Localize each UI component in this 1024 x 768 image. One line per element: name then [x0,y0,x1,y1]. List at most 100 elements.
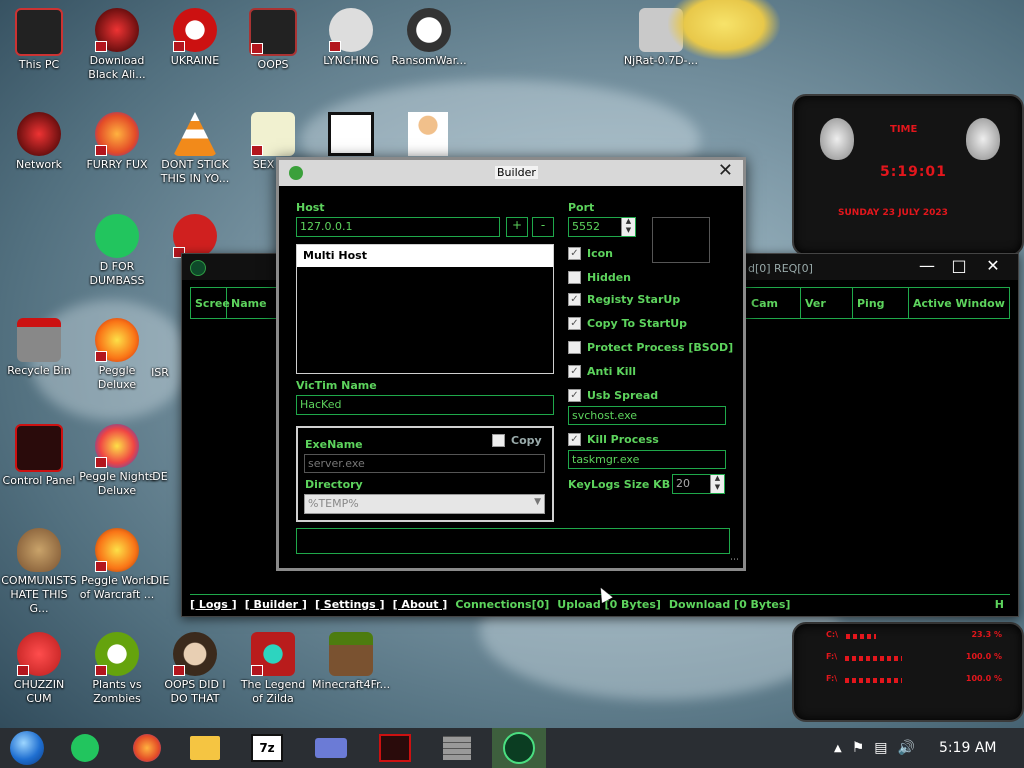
add-host-button[interactable]: + [506,217,528,237]
desktop-icon-isr[interactable]: ISR [140,336,180,380]
maximize-button[interactable]: □ [942,256,976,275]
usb-spread-checkbox[interactable]: ✓ Usb Spread [568,389,658,402]
taskbar-app-card[interactable] [304,728,358,768]
checkbox-box[interactable]: ✓ [568,433,581,446]
checkbox-box[interactable]: ✓ [568,293,581,306]
close-button[interactable]: ✕ [976,256,1010,275]
taskbar-app-d-for-dumbass[interactable] [58,728,112,768]
folder-icon [190,736,220,760]
checkbox-box[interactable]: ✓ [568,365,581,378]
firefox-icon [133,734,161,762]
green-doc-icon [95,214,139,258]
col-cam[interactable]: Cam [747,288,801,318]
builder-link[interactable]: [ Builder ] [245,598,307,611]
desktop-icon-control-panel[interactable]: Control Panel [0,424,78,488]
connections-count: Connections[0] [455,597,550,611]
directory-label: Directory [305,478,363,491]
port-input[interactable]: 5552 ▲ ▼ [568,217,636,237]
desktop-icon-pvz[interactable]: Plants vs Zombies [78,632,156,706]
desktop-icon-zilda[interactable]: The Legend of Zilda [234,632,312,706]
taskbar-app-alienware[interactable] [368,728,422,768]
njrat-logo-icon [190,260,206,276]
host-input[interactable]: 127.0.0.1 [296,217,500,237]
keylogs-size-input[interactable]: 20 ▲ ▼ [672,474,725,494]
keylogs-spinner[interactable]: ▲ ▼ [710,475,724,493]
multi-host-item[interactable]: Multi Host [297,245,553,267]
clock-time: 5:19:01 [880,164,947,180]
taskbar-app-file-explorer[interactable] [178,728,232,768]
upload-bytes: Upload [0 Bytes] [557,597,661,611]
icon-checkbox[interactable]: ✓ Icon [568,247,613,260]
desktop-icon-furry-fux[interactable]: FURRY FUX [78,112,156,172]
checkbox-box[interactable] [492,434,505,447]
chevron-up-icon[interactable]: ▲ [834,743,842,754]
copy-to-startup-checkbox[interactable]: ✓ Copy To StartUp [568,317,687,330]
victim-name-input[interactable]: HacKed [296,395,554,415]
kill-process-checkbox[interactable]: ✓ Kill Process [568,433,659,446]
builder-title-bar[interactable]: Builder ✕ [279,160,743,186]
builder-close-button[interactable]: ✕ [718,160,733,181]
multi-host-list[interactable]: Multi Host [296,244,554,374]
desktop-icon-lynching[interactable]: LYNCHING [312,8,390,68]
desktop-icon-download-black[interactable]: Download Black Ali... [78,8,156,82]
taskbar-app-7zip[interactable]: 7z [240,728,294,768]
volume-icon[interactable]: 🔊 [898,740,915,756]
remove-host-button[interactable]: - [532,217,554,237]
desktop-icon-ukraine[interactable]: UKRAINE [156,8,234,68]
directory-select[interactable]: %TEMP% ▼ [304,494,545,514]
taskbar-app-firefox[interactable] [120,728,174,768]
col-ver[interactable]: Ver [801,288,853,318]
minimize-button[interactable]: — [910,256,944,275]
copy-checkbox[interactable]: Copy [492,434,542,447]
builder-dialog[interactable]: Builder ✕ Host 127.0.0.1 + - Multi Host … [276,157,746,571]
desktop-icon-communists[interactable]: COMMUNISTS HATE THIS G... [0,528,78,616]
col-screen[interactable]: Scree [191,288,230,318]
desktop-icon-ransomware[interactable]: RansomWar... [390,8,468,68]
usb-spread-exe-input[interactable]: svchost.exe [568,406,726,425]
oops-icon [249,8,297,56]
col-active-window[interactable]: Active Window [909,288,1009,318]
desktop-icon-chuzzin[interactable]: CHUZZIN CUM [0,632,78,706]
hxd-icon [251,112,295,156]
hidden-checkbox[interactable]: Hidden [568,271,631,284]
settings-link[interactable]: [ Settings ] [315,598,385,611]
kill-process-input[interactable]: taskmgr.exe [568,450,726,469]
checkbox-box[interactable]: ✓ [568,317,581,330]
anti-kill-checkbox[interactable]: ✓ Anti Kill [568,365,636,378]
desktop-icon-network[interactable]: Network [0,112,78,172]
chevron-down-icon[interactable]: ▼ [534,497,541,507]
clock-time[interactable]: 5:19 AM [939,740,997,756]
protect-process-checkbox[interactable]: Protect Process [BSOD] [568,341,733,354]
radiation-icon [173,8,217,52]
about-link[interactable]: [ About ] [393,598,448,611]
taskbar-app-njrat[interactable] [492,728,546,768]
registry-startup-checkbox[interactable]: ✓ Registy StarUp [568,293,680,306]
checkbox-box[interactable] [568,341,581,354]
icon-preview-box[interactable] [652,217,710,263]
logs-link[interactable]: [ Logs ] [190,598,237,611]
desktop-icon-dont-stick[interactable]: DONT STICK THIS IN YO... [156,112,234,186]
start-button[interactable] [0,728,54,768]
network-tray-icon[interactable]: ▤ [874,740,887,756]
desktop-icon-d-for-dumbass[interactable]: D FOR DUMBASS [78,214,156,288]
desktop-icon-die[interactable]: DIE [140,560,180,588]
desktop-icon-oops[interactable]: OOPS [234,8,312,72]
green-doc-icon [71,734,99,762]
meter-bar [845,678,902,683]
port-spinner[interactable]: ▲ ▼ [621,218,635,236]
desktop-icon-minecraft[interactable]: Minecraft4Fr... [312,632,390,692]
col-ping[interactable]: Ping [853,288,909,318]
desktop-icon-recycle-bin[interactable]: Recycle Bin [0,318,78,378]
checkbox-box[interactable] [568,271,581,284]
resize-grip-icon[interactable]: ⋯ [730,555,739,565]
desktop-icon-oops-did-i[interactable]: OOPS DID I DO THAT [156,632,234,706]
desktop-icon-this-pc[interactable]: This PC [0,8,78,72]
flag-icon[interactable]: ⚑ [852,740,865,756]
col-name[interactable]: Name [227,288,277,318]
skull-icon [407,8,451,52]
taskbar-app-brick[interactable] [430,728,484,768]
exename-input[interactable]: server.exe [304,454,545,473]
desktop-icon-de[interactable]: DE [140,440,180,484]
checkbox-box[interactable]: ✓ [568,247,581,260]
checkbox-box[interactable]: ✓ [568,389,581,402]
